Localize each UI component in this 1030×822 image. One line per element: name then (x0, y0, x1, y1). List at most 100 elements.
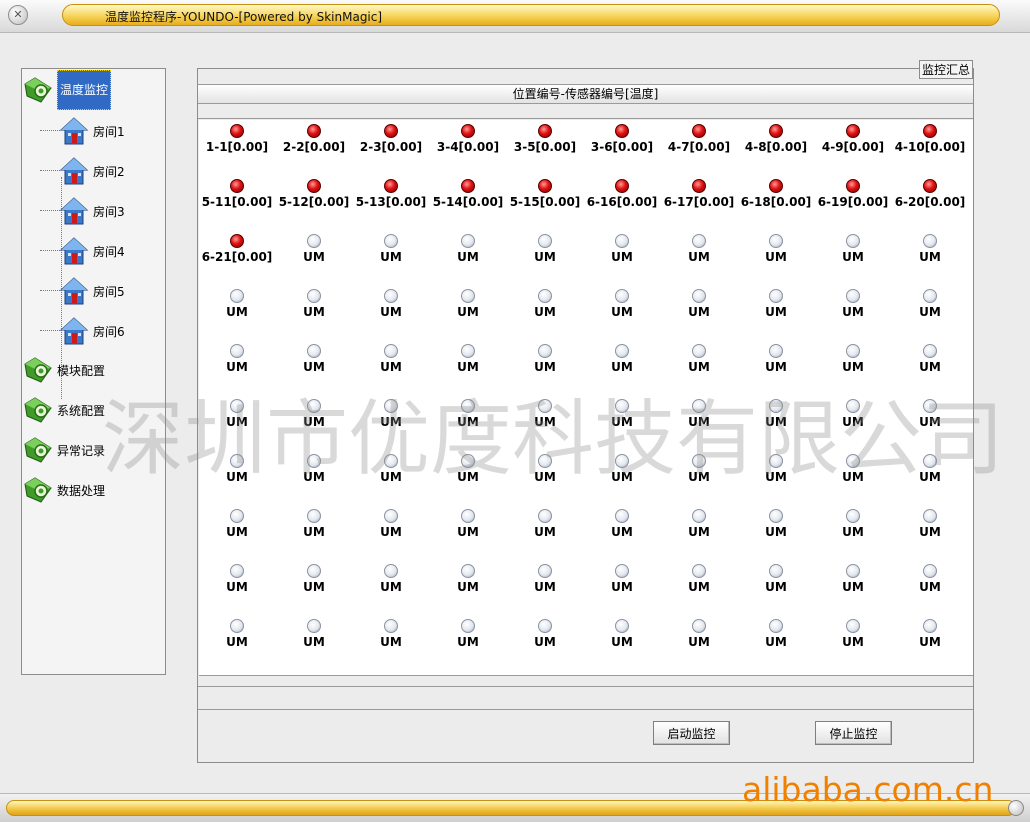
sensor-cell[interactable]: UM (584, 234, 660, 264)
sensor-cell[interactable]: UM (815, 619, 891, 649)
sensor-cell[interactable]: UM (892, 289, 968, 319)
sensor-cell[interactable]: UM (661, 564, 737, 594)
sensor-cell[interactable]: UM (738, 289, 814, 319)
sensor-cell[interactable]: UM (892, 234, 968, 264)
house-icon[interactable] (59, 276, 89, 306)
sensor-cell[interactable]: UM (353, 619, 429, 649)
sensor-cell[interactable]: UM (892, 509, 968, 539)
sensor-cell[interactable]: UM (507, 454, 583, 484)
sensor-cell[interactable]: 6-21[0.00] (199, 234, 275, 264)
sensor-cell[interactable]: UM (430, 509, 506, 539)
tree-root-item[interactable]: 系统配置 (57, 402, 105, 419)
sensor-cell[interactable]: UM (199, 454, 275, 484)
sensor-cell[interactable]: UM (353, 399, 429, 429)
sensor-cell[interactable]: 4-7[0.00] (661, 124, 737, 154)
sensor-cell[interactable]: UM (507, 509, 583, 539)
sensor-cell[interactable]: UM (276, 564, 352, 594)
sensor-cell[interactable]: 6-18[0.00] (738, 179, 814, 209)
monitor-summary-tab[interactable]: 监控汇总 (919, 60, 974, 79)
sensor-cell[interactable]: UM (276, 454, 352, 484)
sensor-cell[interactable]: UM (276, 399, 352, 429)
sensor-cell[interactable]: 6-16[0.00] (584, 179, 660, 209)
sensor-cell[interactable]: UM (584, 454, 660, 484)
start-monitor-button[interactable]: 启动监控 (653, 721, 730, 745)
house-icon[interactable] (59, 156, 89, 186)
sensor-cell[interactable]: 4-9[0.00] (815, 124, 891, 154)
sensor-cell[interactable]: 6-20[0.00] (892, 179, 968, 209)
sensor-cell[interactable]: UM (661, 234, 737, 264)
sensor-cell[interactable]: UM (815, 289, 891, 319)
sensor-cell[interactable]: 2-3[0.00] (353, 124, 429, 154)
sensor-cell[interactable]: UM (815, 564, 891, 594)
sensor-cell[interactable]: UM (738, 454, 814, 484)
sensor-cell[interactable]: UM (584, 289, 660, 319)
tree-room-item[interactable]: 房间6 (93, 323, 125, 340)
sensor-cell[interactable]: UM (199, 564, 275, 594)
sensor-cell[interactable]: 4-8[0.00] (738, 124, 814, 154)
sensor-cell[interactable]: UM (353, 509, 429, 539)
house-icon[interactable] (59, 236, 89, 266)
stop-monitor-button[interactable]: 停止监控 (815, 721, 892, 745)
sensor-cell[interactable]: UM (892, 344, 968, 374)
sensor-cell[interactable]: UM (430, 399, 506, 429)
tree-root-item[interactable]: 温度监控 (57, 70, 112, 110)
sensor-cell[interactable]: UM (892, 454, 968, 484)
sensor-cell[interactable]: UM (815, 454, 891, 484)
sensor-cell[interactable]: UM (584, 619, 660, 649)
sensor-cell[interactable]: UM (892, 619, 968, 649)
sensor-cell[interactable]: UM (738, 619, 814, 649)
sensor-cell[interactable]: UM (353, 564, 429, 594)
sensor-cell[interactable]: UM (430, 619, 506, 649)
sensor-cell[interactable]: UM (507, 344, 583, 374)
sensor-cell[interactable]: UM (353, 289, 429, 319)
sensor-cell[interactable]: UM (430, 234, 506, 264)
tree-root-item[interactable]: 模块配置 (57, 362, 105, 379)
sensor-cell[interactable]: UM (815, 344, 891, 374)
sensor-cell[interactable]: UM (584, 344, 660, 374)
close-circle-icon[interactable]: ✕ (8, 5, 28, 25)
gear-icon[interactable] (23, 476, 53, 504)
sensor-cell[interactable]: 6-17[0.00] (661, 179, 737, 209)
sensor-cell[interactable]: UM (353, 454, 429, 484)
tree-room-item[interactable]: 房间2 (93, 163, 125, 180)
sensor-cell[interactable]: UM (584, 399, 660, 429)
gear-icon[interactable] (23, 356, 53, 384)
tree-room-item[interactable]: 房间1 (93, 123, 125, 140)
sensor-cell[interactable]: 5-13[0.00] (353, 179, 429, 209)
sensor-cell[interactable]: UM (815, 399, 891, 429)
sensor-cell[interactable]: UM (738, 399, 814, 429)
sensor-cell[interactable]: UM (276, 289, 352, 319)
sensor-cell[interactable]: 5-12[0.00] (276, 179, 352, 209)
house-icon[interactable] (59, 116, 89, 146)
sensor-cell[interactable]: UM (199, 289, 275, 319)
sensor-cell[interactable]: UM (738, 234, 814, 264)
tree-root-item[interactable]: 异常记录 (57, 442, 105, 459)
house-icon[interactable] (59, 316, 89, 346)
sensor-cell[interactable]: UM (199, 509, 275, 539)
sensor-cell[interactable]: UM (430, 454, 506, 484)
sensor-cell[interactable]: 2-2[0.00] (276, 124, 352, 154)
sensor-cell[interactable]: UM (738, 509, 814, 539)
sensor-cell[interactable]: UM (276, 509, 352, 539)
sensor-cell[interactable]: UM (815, 234, 891, 264)
sensor-cell[interactable]: 3-4[0.00] (430, 124, 506, 154)
sensor-cell[interactable]: UM (507, 619, 583, 649)
tree-room-item[interactable]: 房间5 (93, 283, 125, 300)
sensor-cell[interactable]: UM (430, 564, 506, 594)
sensor-cell[interactable]: UM (738, 564, 814, 594)
sensor-cell[interactable]: 4-10[0.00] (892, 124, 968, 154)
sensor-cell[interactable]: UM (276, 234, 352, 264)
sensor-cell[interactable]: 3-6[0.00] (584, 124, 660, 154)
gear-icon[interactable] (23, 436, 53, 464)
sensor-cell[interactable]: 6-19[0.00] (815, 179, 891, 209)
sensor-cell[interactable]: UM (738, 344, 814, 374)
sensor-cell[interactable]: UM (661, 509, 737, 539)
sensor-cell[interactable]: UM (661, 399, 737, 429)
resize-grip-icon[interactable] (1008, 800, 1024, 816)
tree-room-item[interactable]: 房间4 (93, 243, 125, 260)
sensor-cell[interactable]: UM (430, 344, 506, 374)
sensor-cell[interactable]: UM (199, 619, 275, 649)
sensor-cell[interactable]: 5-11[0.00] (199, 179, 275, 209)
sensor-cell[interactable]: 5-14[0.00] (430, 179, 506, 209)
tree-root-item[interactable]: 数据处理 (57, 482, 105, 499)
